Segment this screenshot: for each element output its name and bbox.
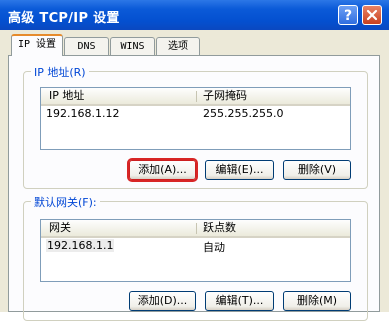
gateway-list-header: 网关 跃点数 [41, 220, 350, 238]
ip-list-header: IP 地址 子网掩码 [41, 88, 350, 106]
title-bar[interactable]: 高级 TCP/IP 设置 ? [0, 0, 389, 30]
column-divider [196, 223, 197, 234]
close-button[interactable] [362, 5, 382, 25]
column-gateway[interactable]: 网关 [49, 220, 71, 236]
table-row[interactable]: 192.168.1.12 255.255.255.0 [41, 106, 350, 122]
column-ip-address[interactable]: IP 地址 [49, 88, 84, 104]
tab-options[interactable]: 选项 [156, 37, 200, 56]
subnet-mask-value: 255.255.255.0 [203, 107, 284, 120]
gateway-value: 192.168.1.1 [46, 239, 115, 252]
edit-gateway-button[interactable]: 编辑(T)... [205, 291, 274, 311]
add-ip-button[interactable]: 添加(A)... [129, 160, 196, 180]
edit-ip-button[interactable]: 编辑(E)... [205, 160, 274, 180]
column-divider [196, 91, 197, 102]
ip-address-value: 192.168.1.12 [46, 107, 120, 120]
delete-ip-button[interactable]: 删除(V) [283, 160, 351, 180]
tab-dns[interactable]: DNS [64, 37, 109, 56]
table-row[interactable]: 192.168.1.1 自动 [41, 238, 350, 254]
ip-address-list[interactable]: IP 地址 子网掩码 192.168.1.12 255.255.255.0 [40, 87, 351, 150]
column-metric[interactable]: 跃点数 [203, 220, 236, 236]
column-subnet-mask[interactable]: 子网掩码 [203, 88, 247, 104]
window-title: 高级 TCP/IP 设置 [8, 11, 120, 26]
help-button[interactable]: ? [338, 5, 358, 25]
delete-gateway-button[interactable]: 删除(M) [283, 291, 351, 311]
tab-ip-settings[interactable]: IP 设置 [11, 34, 63, 56]
tab-wins[interactable]: WINS [110, 37, 155, 56]
metric-value: 自动 [203, 241, 225, 254]
close-icon [366, 9, 378, 21]
ip-address-group-label: IP 地址(R) [31, 64, 89, 80]
add-gateway-button[interactable]: 添加(D)... [129, 291, 196, 311]
gateway-list[interactable]: 网关 跃点数 192.168.1.1 自动 [40, 219, 351, 282]
gateway-group-label: 默认网关(F): [31, 194, 100, 210]
